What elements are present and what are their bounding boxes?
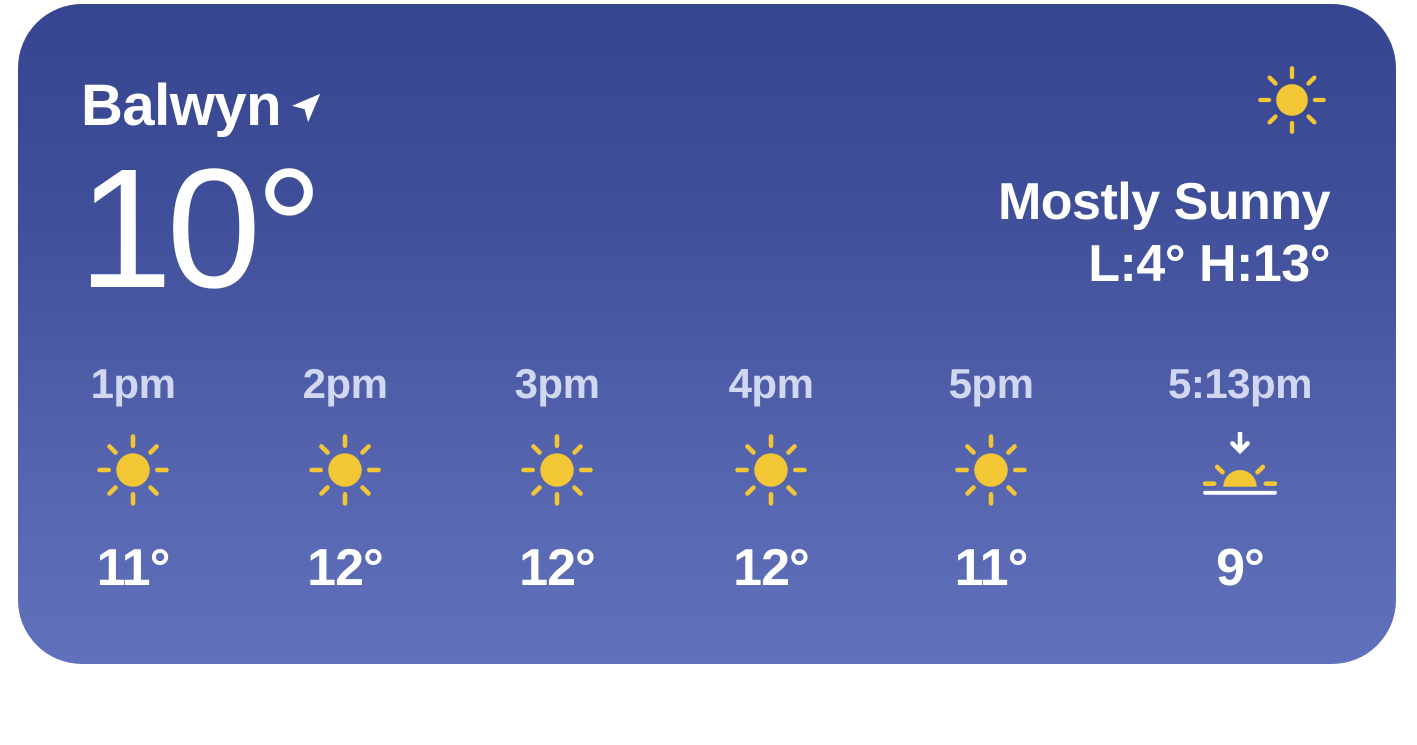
hour-temperature: 11° bbox=[954, 539, 1029, 597]
condition-text: Mostly Sunny bbox=[997, 173, 1331, 231]
sunset-icon bbox=[1202, 432, 1278, 495]
sun-icon bbox=[955, 434, 1027, 506]
hour-temperature: 12° bbox=[307, 539, 384, 597]
hour-time: 2pm bbox=[302, 360, 388, 407]
hourly-item: 5:13pm 9° bbox=[1145, 354, 1335, 598]
hourly-item: 4pm 12° bbox=[676, 354, 866, 598]
sun-icon bbox=[309, 434, 381, 506]
location-arrow-icon bbox=[291, 93, 321, 122]
sun-icon bbox=[97, 434, 169, 506]
hourly-item: 1pm 11° bbox=[38, 354, 228, 598]
sun-icon bbox=[735, 434, 807, 506]
hour-temperature: 11° bbox=[96, 539, 171, 597]
hourly-item: 5pm 11° bbox=[896, 354, 1086, 598]
sun-icon bbox=[521, 434, 593, 506]
hour-time: 5pm bbox=[948, 360, 1034, 407]
sun-icon bbox=[1258, 66, 1326, 134]
hour-time: 5:13pm bbox=[1167, 360, 1313, 407]
weather-widget[interactable]: Balwyn 10° Mostly Sunny L:4° H:13° 1pm 1… bbox=[18, 4, 1396, 664]
current-temperature: 10° bbox=[78, 134, 323, 324]
hour-temperature: 12° bbox=[519, 539, 596, 597]
hour-time: 4pm bbox=[728, 360, 814, 407]
location: Balwyn bbox=[81, 72, 323, 139]
hourly-item: 2pm 12° bbox=[250, 354, 440, 598]
hour-time: 1pm bbox=[90, 360, 176, 407]
low-high-temperature: L:4° H:13° bbox=[1088, 235, 1330, 293]
location-name: Balwyn bbox=[81, 73, 282, 138]
hour-temperature: 9° bbox=[1216, 539, 1265, 597]
hour-temperature: 12° bbox=[733, 539, 810, 597]
hourly-item: 3pm 12° bbox=[462, 354, 652, 598]
hour-time: 3pm bbox=[514, 360, 600, 407]
